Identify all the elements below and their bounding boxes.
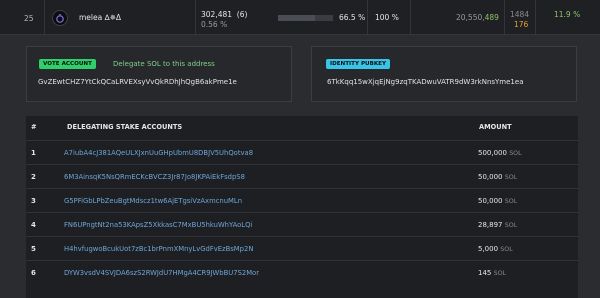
stake-percent: 0.56 % [201, 20, 228, 29]
vote-credits: 20,550,489 [456, 13, 499, 22]
amount-unit: SOL [493, 270, 507, 277]
amount-unit: SOL [500, 246, 513, 253]
row-number: 6 [31, 269, 36, 277]
row-number: 2 [31, 173, 36, 181]
apy: 11.9 % [554, 10, 581, 19]
row-number: 5 [31, 245, 36, 253]
vote-account-badge: VOTE ACCOUNT [39, 59, 96, 69]
amount-value: 500,000 [478, 149, 507, 157]
cumulative-stake-bar [278, 15, 333, 21]
vote-distance-top: 1484 [510, 10, 530, 19]
column-divider [44, 0, 45, 34]
amount-unit: SOL [504, 222, 518, 229]
table-row: 2 6M3AinsqK5NsQRmECKcBVCZ3Jr87Jo8JKPAiEk… [26, 164, 578, 189]
header-amount: AMOUNT [479, 123, 512, 131]
table-row: 1 A7iubA4cJ381AQeULXJxnUuGHpUbmU8DBJV5Uh… [26, 140, 578, 165]
column-divider [195, 0, 196, 34]
amount-value: 50,000 [478, 197, 503, 205]
table-row: 4 FN6UPngtNt2na53KApsZ5XkkasC7MxBU5hkuWh… [26, 212, 578, 237]
delegating-stake-table: # DELEGATING STAKE ACCOUNTS AMOUNT 1 A7i… [26, 116, 578, 298]
amount-unit: SOL [504, 198, 518, 205]
identity-pubkey-badge: IDENTITY PUBKEY [326, 59, 391, 69]
validator-name[interactable]: melea ∆✵Δ [79, 13, 121, 22]
stake-account-link[interactable]: FN6UPngtNt2na53KApsZ5XkkasC7MxBU5hkuWhYA… [64, 221, 252, 229]
validator-rank: 25 [24, 14, 34, 23]
column-divider [504, 0, 505, 34]
amount-unit: SOL [504, 174, 518, 181]
validator-avatar [52, 10, 68, 26]
row-number: 3 [31, 197, 36, 205]
validator-row[interactable]: 25 melea ∆✵Δ 302,481 (6) 0.56 % 66.5 % 1… [0, 0, 600, 35]
table-row: 5 H4hvfugwoBcukUot7zBc1brPnmXMnyLvGdFvEz… [26, 236, 578, 261]
cumulative-stake-fill [278, 15, 315, 21]
vote-account-card: VOTE ACCOUNT Delegate SOL to this addres… [26, 46, 292, 102]
table-header: # DELEGATING STAKE ACCOUNTS AMOUNT [26, 116, 578, 138]
stake-account-link[interactable]: H4hvfugwoBcukUot7zBc1brPnmXMnyLvGdFvEzBs… [64, 245, 253, 253]
header-number: # [31, 123, 37, 131]
delegate-link[interactable]: Delegate SOL to this address [113, 60, 215, 68]
identity-pubkey-card: IDENTITY PUBKEY 6TkKqq15wXjqEjNg9zqTKADw… [311, 46, 577, 102]
stake-amount: 50,000 SOL [478, 173, 517, 181]
amount-value: 50,000 [478, 173, 503, 181]
stake-account-link[interactable]: G5PFiGbLPbZeuBgtMdscz1tw6AjETgsiVzAxmcnu… [64, 197, 242, 205]
stake-amount: 145 SOL [478, 269, 506, 277]
column-divider [367, 0, 368, 34]
stake-account-link[interactable]: DYW3vsdV4SVJDA6szS2RWJdU7HMgA4CR9JWbBU7S… [64, 269, 259, 277]
vote-distance-bottom: 176 [514, 20, 529, 29]
column-divider [535, 0, 536, 34]
table-row: 6 DYW3vsdV4SVJDA6szS2RWJdU7HMgA4CR9JWbBU… [26, 260, 578, 285]
amount-unit: SOL [509, 150, 522, 157]
stake-account-link[interactable]: 6M3AinsqK5NsQRmECKcBVCZ3Jr87Jo8JKPAiEkFs… [64, 173, 245, 181]
stake-amount: 302,481 [201, 10, 233, 19]
stake-rank: (6) [236, 10, 248, 19]
identity-pubkey-address[interactable]: 6TkKqq15wXjqEjNg9zqTKADwuVATR9dW3rkNnsYm… [327, 78, 523, 86]
header-accounts: DELEGATING STAKE ACCOUNTS [67, 123, 183, 131]
amount-value: 28,897 [478, 221, 503, 229]
amount-value: 5,000 [478, 245, 499, 253]
credits-prefix: 20,550, [456, 13, 485, 22]
stake-amount: 50,000 SOL [478, 197, 517, 205]
stake-amount: 28,897 SOL [478, 221, 517, 229]
vote-account-address[interactable]: GvZEwtCHZ7YtCkQCaLRVEXsyVvQkRDhJhQgB6akP… [38, 78, 237, 86]
cumulative-stake-percent: 66.5 % [339, 13, 366, 22]
credits-highlight: 489 [484, 13, 499, 22]
stake-account-link[interactable]: A7iubA4cJ381AQeULXJxnUuGHpUbmU8DBJV5UhQo… [64, 149, 253, 157]
row-number: 4 [31, 221, 36, 229]
stake-amount: 500,000 SOL [478, 149, 522, 157]
table-row: 3 G5PFiGbLPbZeuBgtMdscz1tw6AjETgsiVzAxmc… [26, 188, 578, 213]
stake-amount: 5,000 SOL [478, 245, 513, 253]
row-number: 1 [31, 149, 36, 157]
validator-logo-icon [56, 14, 64, 23]
column-divider [410, 0, 411, 34]
commission: 100 % [375, 13, 399, 22]
amount-value: 145 [478, 269, 492, 277]
validator-stake: 302,481 (6) [201, 10, 247, 19]
